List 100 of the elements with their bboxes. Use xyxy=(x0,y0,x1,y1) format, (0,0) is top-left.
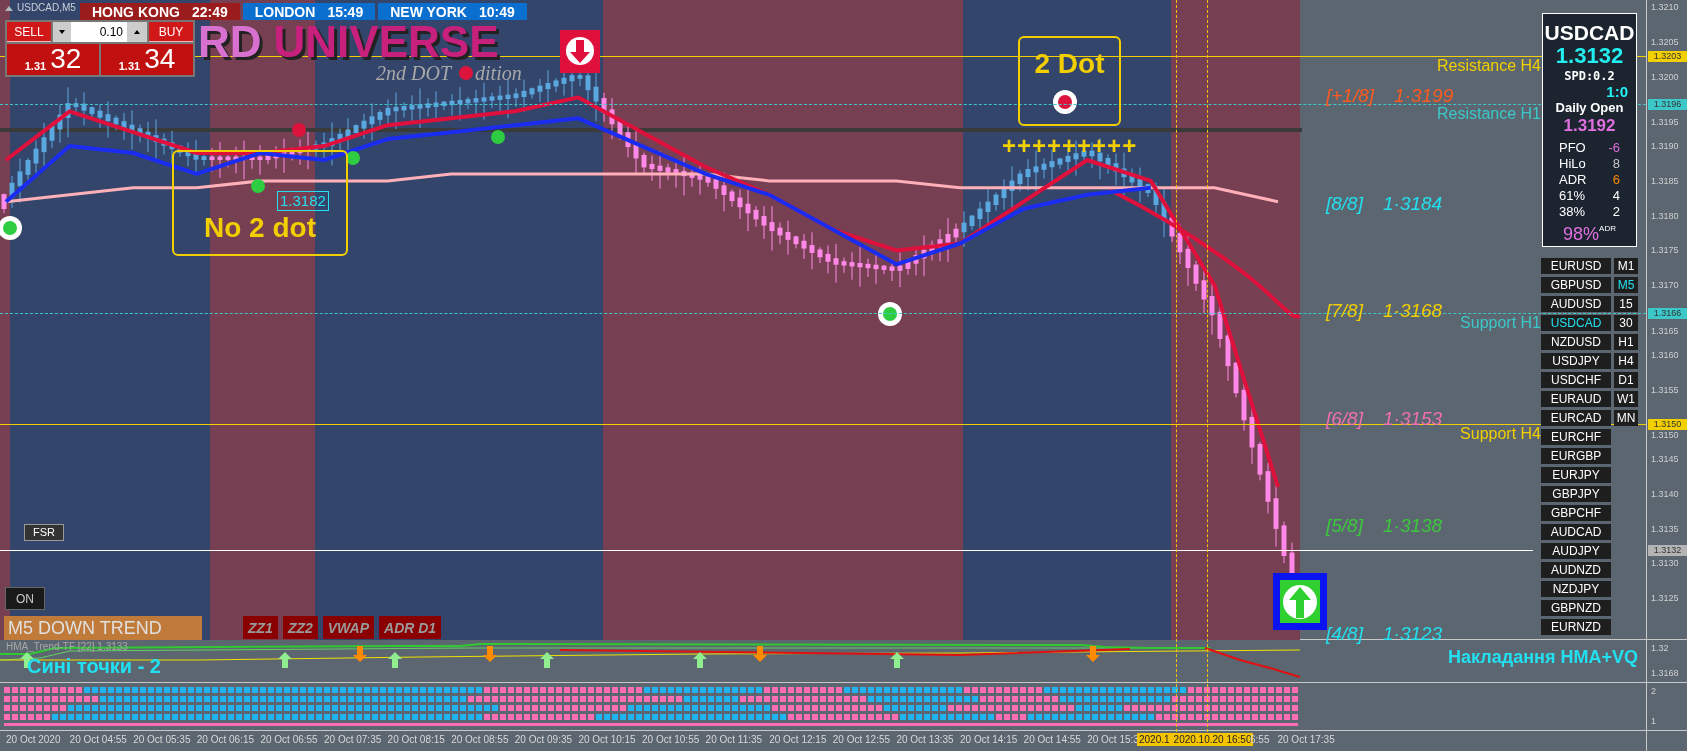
murrey-level-label: [7/8] xyxy=(1326,301,1363,322)
scale-label: 2 xyxy=(1651,685,1656,698)
price-tick: 1.3145 xyxy=(1651,454,1679,465)
buy-price-button[interactable]: 1.31 34 xyxy=(101,44,193,75)
price-tag: 1.3150 xyxy=(1648,419,1687,431)
symbol-button[interactable]: NZDUSD xyxy=(1541,334,1611,350)
symbol-button[interactable]: AUDJPY xyxy=(1541,543,1611,559)
symbol-button[interactable]: USDCAD xyxy=(1541,315,1611,331)
price-tick: 1.3150 xyxy=(1651,430,1679,441)
lot-field[interactable]: 0.10 xyxy=(71,22,127,42)
timeframe-button[interactable]: H1 xyxy=(1614,334,1638,350)
symbol-button[interactable]: NZDJPY xyxy=(1541,581,1611,597)
level-label: Resistance H1 xyxy=(1436,105,1541,124)
time-label: 20 Oct 08:15 xyxy=(387,734,445,746)
murrey-level-value: 1·3153 xyxy=(1383,408,1443,429)
scale-label: 1.3168 xyxy=(1651,667,1679,680)
time-label: 20 Oct 06:55 xyxy=(260,734,318,746)
price-tick: 1.3160 xyxy=(1651,349,1679,360)
collapse-icon[interactable] xyxy=(5,5,13,11)
symbol-button[interactable]: EURAUD xyxy=(1541,391,1611,407)
lot-down-button[interactable] xyxy=(53,22,71,42)
time-label: 20 Oct 09:35 xyxy=(514,734,573,746)
time-label: 20 Oct 08:55 xyxy=(451,734,509,746)
signal-dot xyxy=(878,302,902,326)
indicator-title: Накладання HMA+VQ xyxy=(1448,646,1638,668)
symbol-button[interactable]: EURJPY xyxy=(1541,467,1611,483)
price-tick: 1.3130 xyxy=(1651,558,1679,569)
symbol-button[interactable]: EURNZD xyxy=(1541,619,1611,635)
timeframe-button[interactable]: H4 xyxy=(1614,353,1638,369)
price-label: 1.3182 xyxy=(277,191,329,211)
symbol-button[interactable]: GBPCHF xyxy=(1541,505,1611,521)
symbol-button[interactable]: GBPJPY xyxy=(1541,486,1611,502)
time-label: 20 Oct 11:35 xyxy=(705,734,763,746)
symbol-button[interactable]: GBPNZD xyxy=(1541,600,1611,616)
timeframe-button[interactable]: D1 xyxy=(1614,372,1638,388)
sell-button[interactable]: SELL xyxy=(7,22,51,42)
timeframe-button[interactable]: W1 xyxy=(1614,391,1638,407)
time-label: 20 Oct 14:15 xyxy=(960,734,1018,746)
murrey-level-label: [6/8] xyxy=(1326,408,1363,429)
indicator-button[interactable]: ADR D1 xyxy=(379,616,442,639)
price-tick: 1.3195 xyxy=(1651,117,1679,128)
price-tick: 1.3185 xyxy=(1651,175,1679,186)
session-clock: NEW YORK 10:49 xyxy=(378,3,527,20)
symbol-button[interactable]: EURGBP xyxy=(1541,448,1611,464)
session-clock: HONG KONG 22:49 xyxy=(80,3,240,20)
buy-button[interactable]: BUY xyxy=(149,22,193,42)
timeframe-button[interactable]: M5 xyxy=(1614,277,1638,293)
price-tick: 1.3175 xyxy=(1651,245,1679,256)
symbol-button[interactable]: USDJPY xyxy=(1541,353,1611,369)
murrey-level-label: [+1/8] xyxy=(1326,86,1375,106)
time-label: 20 Oct 10:55 xyxy=(642,734,700,746)
indicator-note: Сині точки - 2 xyxy=(27,655,161,677)
price-tick: 1.3190 xyxy=(1651,141,1679,152)
symbol-button[interactable]: EURCHF xyxy=(1541,429,1611,445)
price-tick: 1.3205 xyxy=(1651,36,1679,47)
time-label: 20 Oct 04:55 xyxy=(69,734,127,746)
stat-label: HiLo xyxy=(1559,156,1586,172)
symbol-button[interactable]: EURCAD xyxy=(1541,410,1611,426)
time-label: 20 Oct 2020 xyxy=(6,734,61,746)
symbol-button[interactable]: AUDNZD xyxy=(1541,562,1611,578)
time-label: 20 Oct 17:35 xyxy=(1277,734,1335,746)
murrey-level-value: 1·3184 xyxy=(1383,193,1443,214)
time-label: 20 Oct 13:35 xyxy=(896,734,954,746)
lot-up-button[interactable] xyxy=(127,22,147,42)
indicator-button[interactable]: VWAP xyxy=(322,616,374,639)
scale-label: 1 xyxy=(1651,715,1656,728)
timeframe-button[interactable]: M1 xyxy=(1614,258,1638,274)
price-tick: 1.3200 xyxy=(1651,71,1679,82)
stat-value: 2 xyxy=(1612,204,1620,220)
time-label: 20 Oct 12:55 xyxy=(832,734,891,746)
symbol-button[interactable]: AUDCAD xyxy=(1541,524,1611,540)
fsr-button[interactable]: FSR xyxy=(24,524,64,541)
symbol-button[interactable]: EURUSD xyxy=(1541,258,1611,274)
price-tick: 1.3135 xyxy=(1651,523,1679,534)
signal-dot xyxy=(292,123,306,137)
price-tick: 1.3210 xyxy=(1651,1,1679,12)
price-tag: 1.3132 xyxy=(1648,544,1687,556)
adr-percent: 98% xyxy=(1563,224,1600,244)
time-label: 20 Oct 12:15 xyxy=(769,734,827,746)
indicator-button[interactable]: ZZ1 xyxy=(243,616,278,639)
stat-value: -6 xyxy=(1608,140,1620,156)
sell-price-button[interactable]: 1.31 32 xyxy=(7,44,99,75)
price-tick: 1.3165 xyxy=(1651,326,1679,336)
time-label: 20 Oct 05:35 xyxy=(133,734,191,746)
indicator-button[interactable]: ZZ2 xyxy=(282,616,318,639)
scale-label: 1.32 xyxy=(1651,642,1669,655)
murrey-level-value: 1·3123 xyxy=(1383,624,1443,644)
timeframe-button[interactable]: MN xyxy=(1614,410,1638,426)
time-label: 20 Oct 07:35 xyxy=(324,734,382,746)
price-tag: 1.3196 xyxy=(1648,99,1687,111)
level-label: Support H4 xyxy=(1460,425,1541,444)
symbol-button[interactable]: AUDUSD xyxy=(1541,296,1611,312)
signal-dot xyxy=(346,151,360,165)
timeframe-button[interactable]: 30 xyxy=(1614,315,1638,331)
panel-symbol: USDCAD xyxy=(1544,22,1635,44)
symbol-button[interactable]: GBPUSD xyxy=(1541,277,1611,293)
timeframe-button[interactable]: 15 xyxy=(1614,296,1638,312)
symbol-button[interactable]: USDCHF xyxy=(1541,372,1611,388)
on-button[interactable]: ON xyxy=(5,587,45,610)
caret-down-icon xyxy=(59,30,65,34)
